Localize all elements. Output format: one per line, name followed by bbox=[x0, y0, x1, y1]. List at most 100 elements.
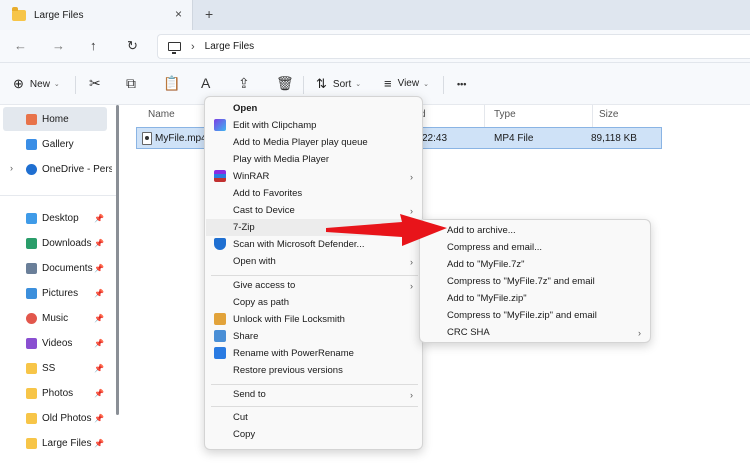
tab-large-files[interactable]: Large Files × bbox=[0, 0, 193, 30]
navigation-pane: Home Gallery › OneDrive - Perso Desktop … bbox=[0, 105, 120, 463]
sidebar-item-onedrive[interactable]: OneDrive - Perso bbox=[0, 157, 112, 181]
menu-item-play-media-player[interactable]: Play with Media Player bbox=[206, 151, 423, 168]
submenu-item-add-to-archive[interactable]: Add to archive... bbox=[421, 222, 651, 239]
share-icon[interactable]: ⇪ bbox=[238, 75, 250, 92]
up-button[interactable]: ↑ bbox=[90, 38, 97, 53]
new-button[interactable]: ⊕ New ⌄ bbox=[13, 76, 60, 92]
menu-item-cut[interactable]: Cut bbox=[206, 409, 423, 426]
sidebar-item-videos[interactable]: Videos 📌 bbox=[0, 331, 112, 355]
more-options-icon[interactable]: ••• bbox=[457, 79, 466, 89]
menu-item-label: Share bbox=[233, 331, 259, 342]
refresh-button[interactable]: ↻ bbox=[127, 38, 138, 54]
column-divider[interactable] bbox=[484, 105, 485, 129]
menu-item-label: Cast to Device bbox=[233, 205, 295, 216]
desktop-icon bbox=[26, 212, 37, 224]
delete-icon[interactable]: 🗑 bbox=[276, 75, 294, 92]
menu-item-copy[interactable]: Copy bbox=[206, 426, 423, 443]
sidebar-scrollbar[interactable] bbox=[116, 105, 119, 415]
divider bbox=[443, 76, 444, 94]
menu-item-open[interactable]: Open bbox=[206, 100, 423, 117]
submenu-item-add-to-7z[interactable]: Add to "MyFile.7z" bbox=[421, 256, 651, 273]
sidebar-item-gallery[interactable]: Gallery bbox=[0, 132, 112, 156]
chevron-down-icon: ⌄ bbox=[423, 80, 429, 88]
submenu-item-compress-zip-email[interactable]: Compress to "MyFile.zip" and email bbox=[421, 307, 651, 324]
sidebar-item-documents[interactable]: Documents 📌 bbox=[0, 256, 112, 280]
sidebar-item-downloads[interactable]: Downloads 📌 bbox=[0, 231, 112, 255]
menu-item-label: Play with Media Player bbox=[233, 154, 330, 165]
column-header-type[interactable]: Type bbox=[494, 109, 516, 120]
file-name: MyFile.mp4 bbox=[155, 133, 207, 144]
new-tab-button[interactable]: + bbox=[205, 6, 213, 22]
tab-title: Large Files bbox=[34, 9, 84, 21]
copy-icon[interactable]: ⧉ bbox=[126, 75, 136, 92]
sidebar-item-photos[interactable]: Photos 📌 bbox=[0, 381, 112, 405]
menu-item-add-to-favorites[interactable]: Add to Favorites bbox=[206, 185, 423, 202]
column-divider[interactable] bbox=[592, 105, 593, 129]
submenu-item-compress-7z-email[interactable]: Compress to "MyFile.7z" and email bbox=[421, 273, 651, 290]
menu-item-edit-clipchamp[interactable]: Edit with Clipchamp bbox=[206, 117, 423, 134]
pin-icon[interactable]: 📌 bbox=[94, 214, 104, 223]
submenu-item-label: Add to "MyFile.7z" bbox=[447, 259, 525, 270]
pin-icon[interactable]: 📌 bbox=[94, 289, 104, 298]
menu-item-unlock-locksmith[interactable]: Unlock with File Locksmith bbox=[206, 311, 423, 328]
sidebar-item-label: Home bbox=[42, 113, 69, 125]
share-icon bbox=[214, 330, 226, 342]
breadcrumb-separator: › bbox=[191, 40, 195, 53]
submenu-item-compress-email[interactable]: Compress and email... bbox=[421, 239, 651, 256]
address-field[interactable]: › Large Files bbox=[157, 34, 750, 59]
sidebar-item-home[interactable]: Home bbox=[3, 107, 107, 131]
pin-icon[interactable]: 📌 bbox=[94, 239, 104, 248]
sidebar-item-pictures[interactable]: Pictures 📌 bbox=[0, 281, 112, 305]
breadcrumb-large-files[interactable]: Large Files bbox=[205, 41, 254, 52]
submenu-item-crc-sha[interactable]: CRC SHA › bbox=[421, 324, 651, 341]
forward-button[interactable]: → bbox=[52, 38, 65, 53]
sort-label: Sort bbox=[332, 78, 352, 90]
menu-item-give-access[interactable]: Give access to › bbox=[206, 277, 423, 294]
sidebar-item-label: OneDrive - Perso bbox=[42, 163, 112, 175]
sidebar-item-music[interactable]: Music 📌 bbox=[0, 306, 112, 330]
pin-icon[interactable]: 📌 bbox=[94, 439, 104, 448]
column-header-name[interactable]: Name bbox=[148, 109, 175, 120]
menu-item-add-to-play-queue[interactable]: Add to Media Player play queue bbox=[206, 134, 423, 151]
sidebar-item-label: Music bbox=[42, 312, 69, 324]
sidebar-item-label: Videos bbox=[42, 337, 73, 349]
sidebar-item-ss[interactable]: SS 📌 bbox=[0, 356, 112, 380]
back-button[interactable]: ← bbox=[14, 38, 27, 53]
sidebar-item-old-photos[interactable]: Old Photos 📌 bbox=[0, 406, 112, 430]
paste-icon[interactable]: 📋 bbox=[163, 75, 180, 92]
menu-item-rename-powerrename[interactable]: Rename with PowerRename bbox=[206, 345, 423, 362]
sidebar-item-desktop[interactable]: Desktop 📌 bbox=[0, 206, 112, 230]
menu-item-label: Add to Favorites bbox=[233, 188, 303, 199]
sort-button[interactable]: ⇅ Sort ⌄ bbox=[316, 76, 361, 92]
pin-icon[interactable]: 📌 bbox=[94, 389, 104, 398]
view-button[interactable]: ≡ View ⌄ bbox=[384, 76, 429, 91]
menu-item-open-with[interactable]: Open with › bbox=[206, 253, 423, 270]
cloud-icon bbox=[26, 163, 37, 175]
folder-icon bbox=[26, 362, 37, 374]
menu-item-label: Give access to bbox=[233, 280, 296, 291]
menu-item-winrar[interactable]: WinRAR › bbox=[206, 168, 423, 185]
menu-item-label: WinRAR bbox=[233, 171, 270, 182]
menu-item-copy-as-path[interactable]: Copy as path bbox=[206, 294, 423, 311]
documents-icon bbox=[26, 262, 37, 274]
submenu-item-label: CRC SHA bbox=[447, 327, 490, 338]
column-header-size[interactable]: Size bbox=[599, 109, 618, 120]
submenu-arrow-icon: › bbox=[410, 280, 413, 291]
menu-item-share[interactable]: Share bbox=[206, 328, 423, 345]
pin-icon[interactable]: 📌 bbox=[94, 339, 104, 348]
menu-item-label: Copy bbox=[233, 429, 256, 440]
sidebar-item-large-files[interactable]: Large Files 📌 bbox=[0, 431, 112, 455]
this-pc-icon bbox=[168, 42, 181, 54]
close-tab-icon[interactable]: × bbox=[175, 7, 182, 21]
pin-icon[interactable]: 📌 bbox=[94, 264, 104, 273]
sort-icon: ⇅ bbox=[316, 76, 327, 91]
rename-icon[interactable]: A bbox=[201, 75, 210, 91]
pin-icon[interactable]: 📌 bbox=[94, 314, 104, 323]
submenu-item-add-to-zip[interactable]: Add to "MyFile.zip" bbox=[421, 290, 651, 307]
pin-icon[interactable]: 📌 bbox=[94, 364, 104, 373]
menu-item-restore-versions[interactable]: Restore previous versions bbox=[206, 362, 423, 379]
pin-icon[interactable]: 📌 bbox=[94, 414, 104, 423]
menu-item-send-to[interactable]: Send to › bbox=[206, 386, 423, 403]
arrow-shape bbox=[326, 214, 447, 246]
cut-icon[interactable]: ✂ bbox=[89, 75, 101, 92]
